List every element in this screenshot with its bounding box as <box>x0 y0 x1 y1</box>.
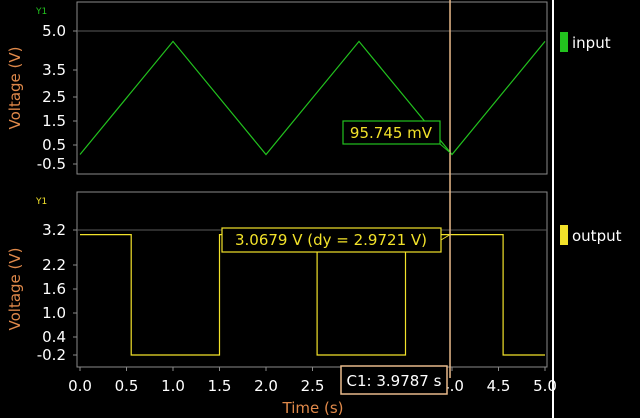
output-annotation-text: 3.0679 V (dy = 2.9721 V) <box>235 231 427 249</box>
bottom-y-tick-label: 2.2 <box>42 256 66 274</box>
bottom-y-tick-label: 1.0 <box>42 304 66 322</box>
bottom-y-tick-label: 1.6 <box>42 280 66 298</box>
x-tick-label: 0.5 <box>115 377 139 395</box>
top-y-tick-label: 1.5 <box>42 112 66 130</box>
legend-swatch-input <box>560 32 568 52</box>
x-tick-label: 2.5 <box>301 377 325 395</box>
x-tick-label: 4.5 <box>487 377 511 395</box>
legend-swatch-output <box>560 225 568 245</box>
bottom-y-tick-label: -0.2 <box>37 346 66 364</box>
legend-label-input: input <box>572 34 611 52</box>
x-tick-label: 2.0 <box>254 377 278 395</box>
legend-label-output: output <box>572 227 622 245</box>
top-y-tick-label: -0.5 <box>37 155 66 173</box>
x-tick-label: 1.0 <box>161 377 185 395</box>
cursor-readout-text: C1: 3.9787 s <box>347 372 442 390</box>
x-tick-label: 1.5 <box>208 377 232 395</box>
oscilloscope-display: Y1 5.03.52.51.50.5-0.5 Voltage (V) Y1 3.… <box>0 0 640 418</box>
top-y1-marker: Y1 <box>35 7 47 17</box>
x-axis-label: Time (s) <box>282 399 344 417</box>
top-y-tick-label: 3.5 <box>42 61 66 79</box>
bottom-y-axis-label: Voltage (V) <box>6 248 24 331</box>
bottom-y-tick-label: 3.2 <box>42 221 66 239</box>
input-annotation-text: 95.745 mV <box>350 124 433 142</box>
bottom-y1-marker: Y1 <box>35 197 47 207</box>
top-y-axis-label: Voltage (V) <box>6 47 24 130</box>
top-y-tick-label: 2.5 <box>42 88 66 106</box>
bottom-y-tick-label: 0.4 <box>42 328 66 346</box>
top-y-tick-label: 0.5 <box>42 136 66 154</box>
top-y-tick-label: 5.0 <box>42 22 66 40</box>
x-tick-label: 0.0 <box>68 377 92 395</box>
